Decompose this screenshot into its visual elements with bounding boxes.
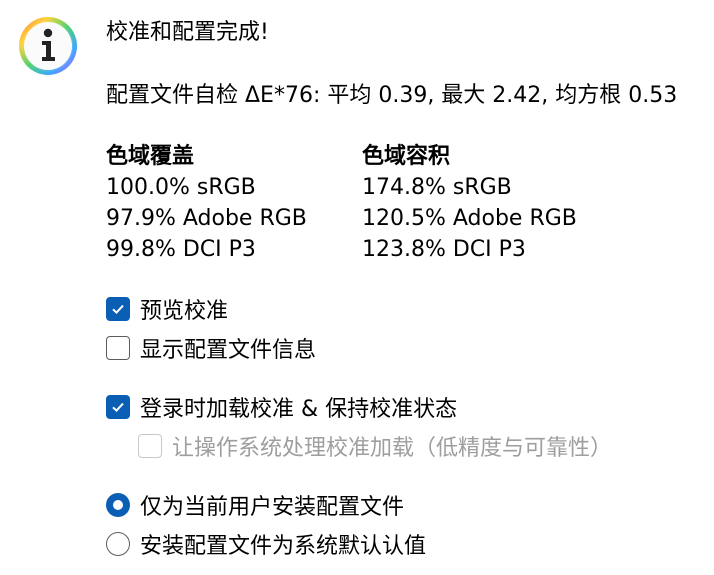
show-profile-info-option[interactable]: 显示配置文件信息 — [106, 333, 316, 363]
install-system-default-option[interactable]: 安装配置文件为系统默认认值 — [106, 529, 426, 559]
install-current-user-radio[interactable] — [106, 493, 130, 517]
gamut-coverage-srgb: 100.0% sRGB — [106, 175, 256, 200]
gamut-coverage-adobe-rgb: 97.9% Adobe RGB — [106, 206, 307, 231]
preview-calibration-checkbox[interactable] — [106, 297, 130, 321]
os-handles-calibration-label: 让操作系统处理校准加载（低精度与可靠性） — [172, 436, 613, 461]
install-current-user-label: 仅为当前用户安装配置文件 — [140, 495, 405, 520]
profile-self-check: 配置文件自检 ΔE*76: 平均 0.39, 最大 2.42, 均方根 0.53 — [106, 83, 678, 108]
gamut-volume-dci-p3: 123.8% DCI P3 — [362, 237, 526, 262]
radio-dot — [113, 500, 123, 510]
check-icon — [112, 402, 124, 413]
gamut-volume-section: 色域容积 174.8% sRGB 120.5% Adobe RGB 123.8%… — [362, 141, 577, 265]
gamut-coverage-heading: 色域覆盖 — [106, 144, 195, 169]
load-calibration-on-login-option[interactable]: 登录时加载校准 & 保持校准状态 — [106, 392, 457, 422]
preview-calibration-option[interactable]: 预览校准 — [106, 294, 228, 324]
check-icon — [112, 304, 124, 315]
os-handles-calibration-option: 让操作系统处理校准加载（低精度与可靠性） — [138, 431, 612, 461]
load-calibration-on-login-label: 登录时加载校准 & 保持校准状态 — [140, 397, 458, 422]
gamut-volume-heading: 色域容积 — [362, 144, 451, 169]
install-current-user-option[interactable]: 仅为当前用户安装配置文件 — [106, 490, 404, 520]
install-system-default-radio[interactable] — [106, 532, 130, 556]
info-icon — [19, 17, 77, 75]
gamut-volume-srgb: 174.8% sRGB — [362, 175, 512, 200]
gamut-coverage-section: 色域覆盖 100.0% sRGB 97.9% Adobe RGB 99.8% D… — [106, 141, 307, 265]
install-system-default-label: 安装配置文件为系统默认认值 — [140, 534, 427, 559]
show-profile-info-checkbox[interactable] — [106, 336, 130, 360]
os-handles-calibration-checkbox — [138, 434, 162, 458]
load-calibration-on-login-checkbox[interactable] — [106, 395, 130, 419]
show-profile-info-label: 显示配置文件信息 — [140, 338, 317, 363]
gamut-coverage-dci-p3: 99.8% DCI P3 — [106, 237, 256, 262]
dialog-title: 校准和配置完成! — [106, 20, 269, 45]
preview-calibration-label: 预览校准 — [140, 299, 229, 324]
gamut-volume-adobe-rgb: 120.5% Adobe RGB — [362, 206, 577, 231]
